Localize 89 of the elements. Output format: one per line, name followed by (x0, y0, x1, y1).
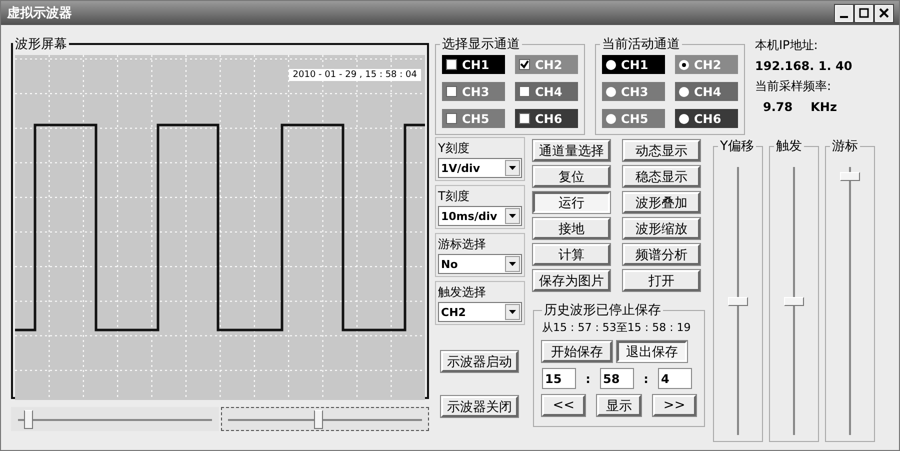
selector-label: Y刻度 (438, 140, 470, 157)
channel-radio[interactable]: CH6 (675, 109, 738, 128)
close-button[interactable] (875, 4, 893, 22)
checkbox[interactable] (446, 86, 457, 97)
time-field[interactable]: 58 (600, 368, 634, 389)
nav-button[interactable]: << (542, 395, 586, 416)
time-separator: : (584, 372, 592, 386)
command-button[interactable]: 打开 (623, 270, 700, 291)
radio-button[interactable] (606, 114, 616, 124)
radio-button[interactable] (606, 60, 616, 70)
caret-icon (505, 256, 520, 272)
channel-radio[interactable]: CH5 (602, 109, 665, 128)
radio-button[interactable] (679, 114, 689, 124)
command-button[interactable]: 频谱分析 (623, 244, 700, 265)
time-separator: : (642, 372, 650, 386)
rate-unit: KHz (810, 100, 837, 114)
timestamp: 2010 - 01 - 29 , 15 : 58 : 04 (288, 69, 421, 81)
power-button[interactable]: 示波器关闭 (441, 396, 518, 417)
slider-track[interactable] (784, 167, 804, 435)
save-button[interactable]: 开始保存 (542, 341, 612, 362)
command-button[interactable]: 复位 (533, 166, 610, 187)
radio-button[interactable] (679, 60, 689, 70)
nav-button[interactable]: >> (652, 395, 696, 416)
slider-thumb[interactable] (728, 296, 748, 306)
group-title: 波形屏幕 (14, 36, 68, 53)
slider-track[interactable] (728, 167, 748, 435)
slider-track[interactable] (840, 167, 860, 435)
dropdown[interactable]: 10ms/div (438, 206, 522, 226)
nav-button[interactable]: 显示 (597, 395, 641, 416)
minimize-button[interactable] (835, 4, 853, 22)
minimize-icon (840, 16, 848, 18)
command-button[interactable]: 波形缩放 (623, 218, 700, 239)
command-button[interactable]: 波形叠加 (623, 192, 700, 213)
checkbox[interactable] (446, 59, 457, 70)
caret-icon (505, 304, 520, 320)
selector-label: 游标选择 (438, 236, 487, 253)
checkbox[interactable] (519, 113, 530, 124)
command-button[interactable]: 通道量选择 (533, 140, 610, 161)
channel-checkbox[interactable]: CH1 (442, 55, 505, 74)
command-button[interactable]: 保存为图片 (533, 270, 610, 291)
selector-label: T刻度 (438, 188, 470, 205)
maximize-button[interactable] (855, 4, 873, 22)
sample-rate: 9.78 (763, 100, 793, 114)
maximize-icon (859, 8, 869, 18)
radio-button[interactable] (679, 86, 689, 96)
command-button[interactable]: 运行 (533, 192, 610, 213)
selector-label: 触发选择 (438, 284, 487, 301)
time-field[interactable]: 15 (542, 368, 576, 389)
channel-radio[interactable]: CH4 (675, 82, 738, 101)
slider-thumb[interactable] (314, 410, 323, 429)
ip-label: 本机IP地址: (755, 37, 819, 54)
ip-address: 192.168. 1. 40 (755, 59, 852, 73)
dropdown[interactable]: No (438, 254, 522, 274)
channel-checkbox[interactable]: CH5 (442, 109, 505, 128)
command-button[interactable]: 接地 (533, 218, 610, 239)
radio-button[interactable] (606, 86, 616, 96)
command-button[interactable]: 稳态显示 (623, 166, 700, 187)
dropdown[interactable]: 1V/div (438, 158, 522, 178)
group-title: 历史波形已停止保存 (543, 302, 662, 319)
time-range: 从15 : 57 : 53至15 : 58 : 19 (542, 321, 692, 335)
command-button[interactable]: 动态显示 (623, 140, 700, 161)
channel-radio[interactable]: CH3 (602, 82, 665, 101)
time-field[interactable]: 4 (658, 368, 692, 389)
channel-checkbox[interactable]: CH6 (515, 109, 578, 128)
close-icon (879, 8, 889, 18)
slider-track[interactable] (221, 407, 429, 431)
save-button[interactable]: 退出保存 (617, 341, 687, 362)
checkbox[interactable] (519, 59, 530, 70)
window-title: 虚拟示波器 (7, 4, 72, 22)
group-title: 当前活动通道 (601, 36, 681, 53)
power-button[interactable]: 示波器启动 (441, 351, 518, 372)
group-title: 游标 (831, 138, 859, 155)
caret-icon (505, 208, 520, 224)
command-button[interactable]: 计算 (533, 244, 610, 265)
channel-checkbox[interactable]: CH3 (442, 82, 505, 101)
group-title: 选择显示通道 (441, 36, 521, 53)
slider-thumb[interactable] (784, 296, 804, 306)
slider-thumb[interactable] (24, 410, 33, 429)
dropdown[interactable]: CH2 (438, 302, 522, 322)
check-icon (520, 60, 529, 69)
caret-icon (505, 160, 520, 176)
checkbox[interactable] (446, 113, 457, 124)
checkbox[interactable] (519, 86, 530, 97)
channel-checkbox[interactable]: CH4 (515, 82, 578, 101)
group-title: 触发 (775, 138, 803, 155)
group-title: Y偏移 (719, 138, 755, 155)
rate-label: 当前采样频率: (755, 78, 832, 95)
channel-radio[interactable]: CH1 (602, 55, 665, 74)
slider-thumb[interactable] (840, 172, 860, 182)
